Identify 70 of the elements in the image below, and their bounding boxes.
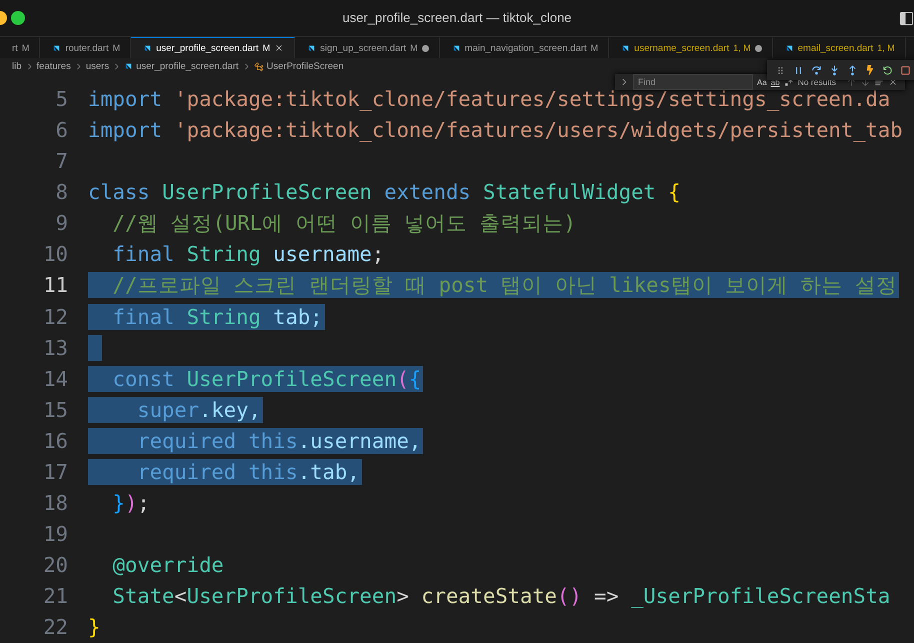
line-number: 13 bbox=[42, 336, 68, 360]
tab-status: M bbox=[22, 43, 30, 54]
dart-file-icon bbox=[124, 62, 134, 72]
tab-label: user_profile_screen.dart bbox=[156, 42, 259, 54]
line-number: 11 bbox=[42, 273, 68, 298]
line-number: 6 bbox=[54, 118, 68, 142]
code-line: } bbox=[88, 614, 102, 640]
zoom-button[interactable] bbox=[11, 11, 25, 25]
sidebar-toggle-icon[interactable] bbox=[899, 11, 914, 26]
dart-file-icon bbox=[621, 44, 630, 53]
line-number: 10 bbox=[42, 242, 68, 266]
tab-label: rt bbox=[12, 42, 18, 54]
line-number: 8 bbox=[54, 180, 68, 204]
code-line: class UserProfileScreen extends StatefulWidget { bbox=[88, 179, 682, 206]
line-number: 14 bbox=[42, 366, 68, 391]
line-number: 19 bbox=[42, 522, 68, 546]
editor-tab[interactable]: main_navigation_screen.dart M bbox=[440, 36, 610, 58]
code-line: import 'package:tiktok_clone/features/users/widgets/persistent_tab bbox=[88, 116, 904, 143]
line-number: 21 bbox=[42, 584, 68, 608]
tab-status: 1, M bbox=[733, 43, 751, 54]
breadcrumb-item[interactable]: users bbox=[86, 61, 110, 72]
tab-label: main_navigation_screen.dart bbox=[464, 42, 587, 54]
tab-status: 1, M bbox=[877, 43, 895, 54]
breadcrumb-item[interactable]: features bbox=[36, 61, 71, 72]
breadcrumb-item[interactable]: UserProfileScreen bbox=[266, 61, 344, 72]
editor-tab[interactable]: user_profile_screen.dart M bbox=[131, 36, 296, 58]
whole-word-toggle[interactable]: ab bbox=[770, 78, 780, 86]
tab-status: M bbox=[112, 43, 120, 54]
line-number: 15 bbox=[42, 398, 68, 422]
line-number: 7 bbox=[54, 149, 68, 174]
dart-file-icon bbox=[52, 44, 62, 53]
dart-file-icon bbox=[143, 44, 152, 53]
step-out-icon[interactable] bbox=[847, 64, 858, 76]
line-number: 20 bbox=[42, 553, 68, 578]
dart-file-icon bbox=[784, 44, 794, 53]
tab-label: username_screen.dart bbox=[634, 42, 730, 54]
breadcrumb-item[interactable]: lib bbox=[12, 61, 22, 72]
match-case-toggle[interactable]: Aa bbox=[757, 78, 767, 86]
tab-label: router.dart bbox=[65, 42, 109, 54]
step-over-icon[interactable] bbox=[811, 64, 822, 76]
code-line: //웹 설정(URL에 어떤 이름 넣어도 출력되는) bbox=[112, 210, 577, 236]
pause-icon[interactable] bbox=[793, 64, 804, 76]
restart-icon[interactable] bbox=[882, 64, 893, 76]
tab-label: email_screen.dart bbox=[798, 42, 874, 54]
line-number: 5 bbox=[54, 86, 68, 111]
line-number: 9 bbox=[54, 211, 68, 236]
lightning-icon[interactable] bbox=[865, 65, 875, 75]
tab-status: M bbox=[410, 43, 418, 54]
code-line: @override bbox=[112, 552, 225, 578]
code-line: State<UserProfileScreen> createState() => _UserProfileScreenSta bbox=[112, 583, 892, 610]
find-field[interactable]: Find bbox=[633, 74, 753, 90]
close-icon[interactable] bbox=[274, 43, 284, 54]
dart-file-icon bbox=[452, 44, 461, 53]
arrow-down-icon[interactable] bbox=[860, 77, 870, 87]
line-number: 12 bbox=[42, 304, 68, 329]
window-title: user_profile_screen.dart — tiktok_clone bbox=[342, 10, 572, 26]
tab-label: sign_up_screen.dart bbox=[320, 42, 406, 54]
code-line: final String username; bbox=[112, 241, 386, 268]
line-number: 22 bbox=[42, 615, 68, 640]
dart-file-icon bbox=[307, 44, 316, 53]
tab-status: M bbox=[590, 43, 598, 54]
stop-icon[interactable] bbox=[900, 64, 911, 76]
line-number: 18 bbox=[42, 491, 68, 516]
line-number: 16 bbox=[42, 428, 68, 453]
tab-status: M bbox=[262, 43, 270, 54]
code-line: }); bbox=[112, 490, 151, 516]
line-number: 17 bbox=[42, 460, 68, 484]
breadcrumb-item[interactable]: user_profile_screen.dart bbox=[136, 61, 239, 72]
class-icon bbox=[254, 62, 264, 72]
step-into-icon[interactable] bbox=[829, 64, 840, 76]
